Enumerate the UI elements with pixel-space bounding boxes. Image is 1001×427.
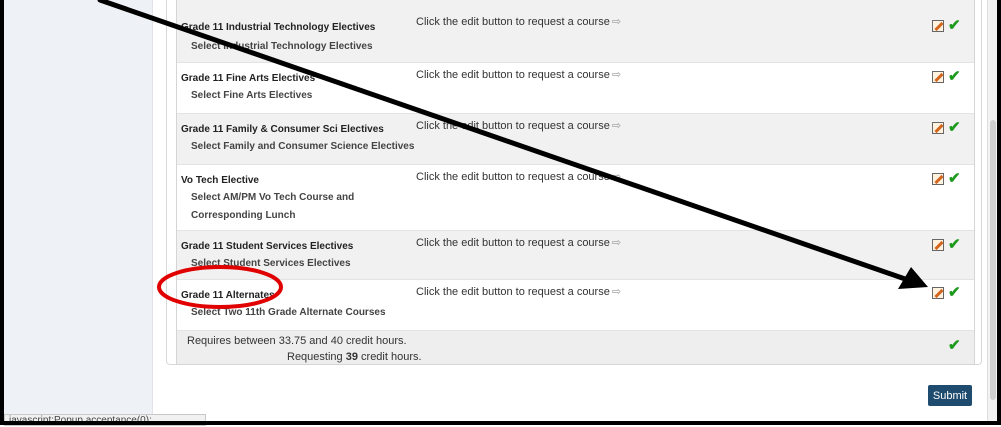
screenshot-frame bbox=[0, 0, 1001, 425]
